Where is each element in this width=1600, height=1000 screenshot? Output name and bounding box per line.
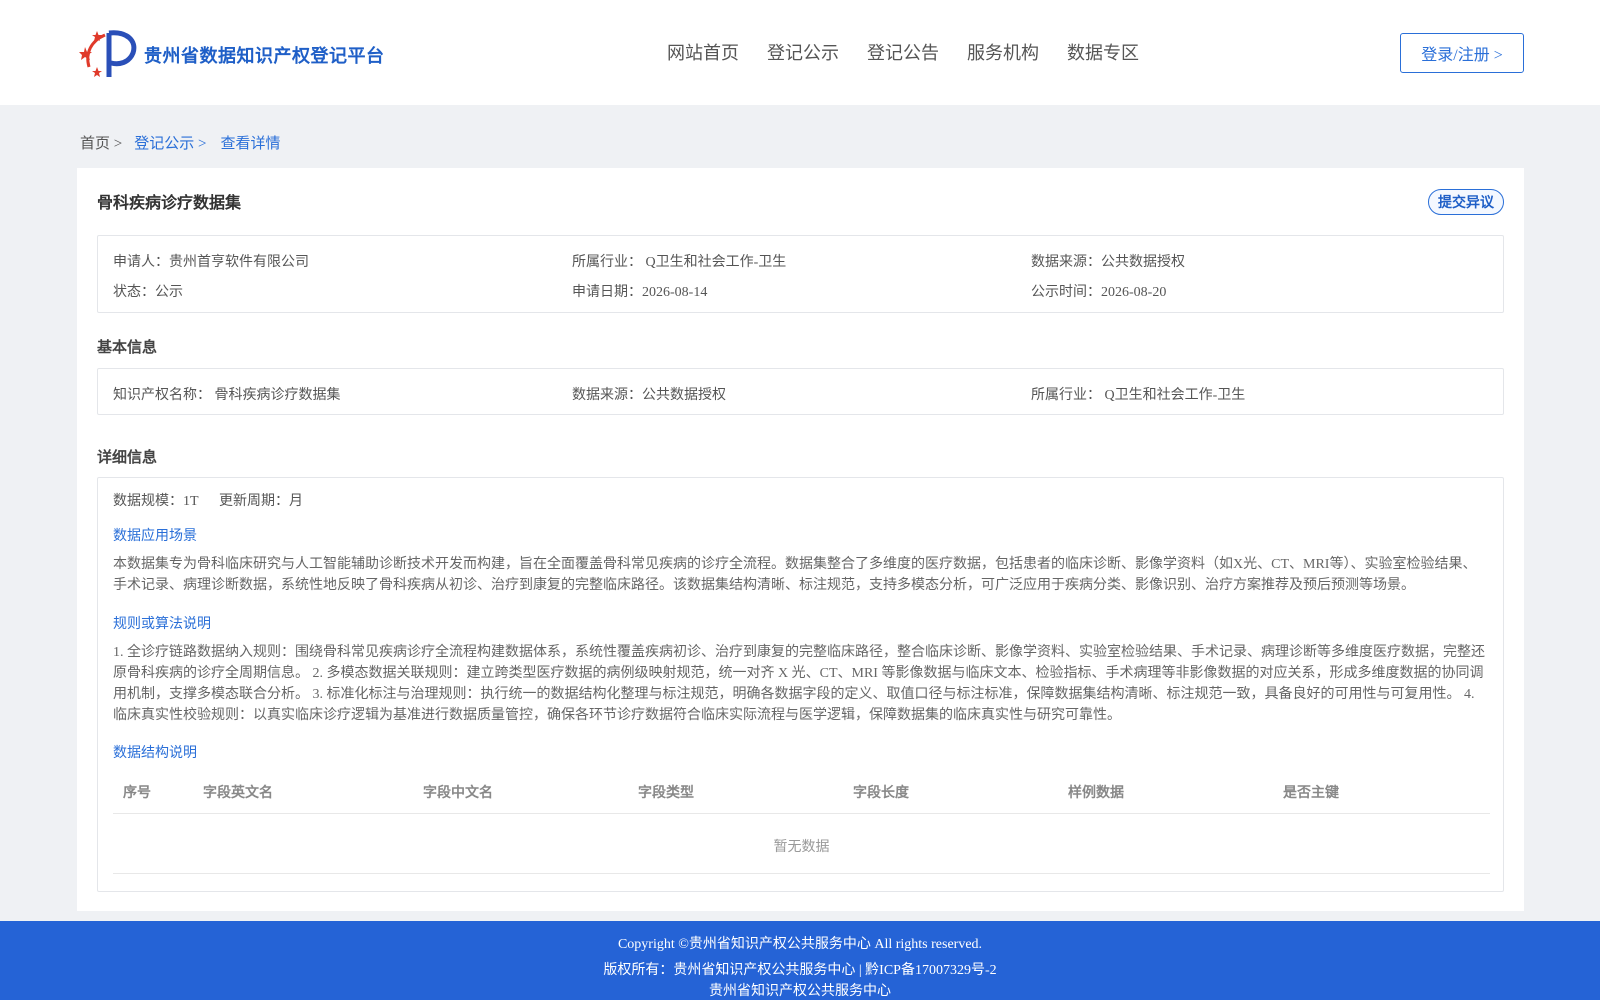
column-header-sample: 样例数据 <box>1068 785 1124 801</box>
data-structure-table: 序号 字段英文名 字段中文名 字段类型 字段长度 样例数据 是否主键 暂无数据 <box>113 764 1490 874</box>
rules-line: 1. 全诊疗链路数据纳入规则：围绕骨科常见疾病诊疗全流程构建数据体系，系统性覆盖… <box>113 645 1485 660</box>
table-body: 暂无数据 <box>113 814 1490 874</box>
rules-line: 用机制，支撑多模态联合分析。 3. 标准化标注与治理规则：执行统一的数据结构化整… <box>113 687 1475 702</box>
table-header-row: 序号 字段英文名 字段中文名 字段类型 字段长度 样例数据 是否主键 <box>113 764 1490 814</box>
footer-organization: 贵州省知识产权公共服务中心 <box>709 984 891 999</box>
publish-date-field: 公示时间：2026-08-20 <box>1031 285 1167 300</box>
application-scenario-text: 本数据集专为骨科临床研究与人工智能辅助诊断技术开发而构建，旨在全面覆盖骨科常见疾… <box>113 554 1493 596</box>
detail-info-heading: 详细信息 <box>97 448 158 466</box>
nav-item-home[interactable]: 网站首页 <box>667 39 739 65</box>
breadcrumb: 首页 > 登记公示 > 查看详情 <box>80 132 280 153</box>
site-header: 贵州省数据知识产权登记平台 网站首页 登记公示 登记公告 服务机构 数据专区 登… <box>0 0 1600 105</box>
basic-data-source-field: 数据来源：公共数据授权 <box>572 388 726 403</box>
update-cycle-field: 更新周期：月 <box>219 494 303 509</box>
apply-date-field: 申请日期：2026-08-14 <box>572 285 708 300</box>
site-footer: Copyright ©贵州省知识产权公共服务中心 All rights rese… <box>0 921 1600 1000</box>
brand-title[interactable]: 贵州省数据知识产权登记平台 <box>144 42 385 68</box>
breadcrumb-home[interactable]: 首页 > <box>80 132 122 153</box>
column-header-field-cn: 字段中文名 <box>423 785 493 801</box>
submit-dispute-button[interactable]: 提交异议 <box>1428 189 1504 215</box>
breadcrumb-current: 查看详情 <box>220 136 281 152</box>
empty-state-text: 暂无数据 <box>773 840 830 855</box>
page-title: 骨科疾病诊疗数据集 <box>97 193 242 212</box>
nav-item-service-agencies[interactable]: 服务机构 <box>967 39 1039 65</box>
rules-line: 原骨科疾病的诊疗全周期信息。 2. 多模态数据关联规则：建立跨类型医疗数据的病例… <box>113 666 1484 681</box>
login-register-button[interactable]: 登录/注册 > <box>1400 33 1524 73</box>
rules-heading: 规则或算法说明 <box>113 617 211 632</box>
application-scenario-heading: 数据应用场景 <box>113 529 197 544</box>
scenario-line: 手术记录、病理诊断数据，系统性地反映了骨科疾病从初诊、治疗到康复的完整临床路径。… <box>113 578 1415 593</box>
column-header-primary-key: 是否主键 <box>1283 785 1339 801</box>
nav-item-registration-publicity[interactable]: 登记公示 <box>767 39 839 65</box>
scenario-line: 本数据集专为骨科临床研究与人工智能辅助诊断技术开发而构建，旨在全面覆盖骨科常见疾… <box>113 557 1477 572</box>
nav-item-data-zone[interactable]: 数据专区 <box>1067 39 1139 65</box>
rules-line: 临床真实性校验规则：以真实临床诊疗逻辑为基准进行数据质量管控，确保各环节诊疗数据… <box>113 708 1121 723</box>
column-header-field-type: 字段类型 <box>638 785 694 801</box>
summary-panel: 申请人：贵州首亨软件有限公司 所属行业： Q卫生和社会工作-卫生 数据来源：公共… <box>97 235 1504 313</box>
applicant-field: 申请人：贵州首亨软件有限公司 <box>113 255 309 270</box>
basic-info-panel: 知识产权名称： 骨科疾病诊疗数据集 数据来源：公共数据授权 所属行业： Q卫生和… <box>97 368 1504 415</box>
data-source-field: 数据来源：公共数据授权 <box>1031 255 1185 270</box>
platform-logo-icon[interactable] <box>79 27 139 79</box>
status-field: 状态：公示 <box>113 285 183 300</box>
breadcrumb-registration-publicity[interactable]: 登记公示 > <box>134 132 206 153</box>
footer-owner-icp: 版权所有：贵州省知识产权公共服务中心 | 黔ICP备17007329号-2 <box>603 963 997 978</box>
dataset-detail-card: 骨科疾病诊疗数据集 提交异议 申请人：贵州首亨软件有限公司 所属行业： Q卫生和… <box>77 168 1524 911</box>
basic-info-heading: 基本信息 <box>97 338 158 356</box>
column-header-field-en: 字段英文名 <box>203 785 273 801</box>
data-structure-heading: 数据结构说明 <box>113 746 197 761</box>
column-header-index: 序号 <box>123 785 151 801</box>
ip-name-field: 知识产权名称： 骨科疾病诊疗数据集 <box>113 388 341 403</box>
industry-field: 所属行业： Q卫生和社会工作-卫生 <box>572 255 787 270</box>
nav-item-registration-announcement[interactable]: 登记公告 <box>867 39 939 65</box>
rules-text: 1. 全诊疗链路数据纳入规则：围绕骨科常见疾病诊疗全流程构建数据体系，系统性覆盖… <box>113 642 1493 726</box>
main-nav: 网站首页 登记公示 登记公告 服务机构 数据专区 <box>667 39 1167 65</box>
footer-copyright: Copyright ©贵州省知识产权公共服务中心 All rights rese… <box>617 937 983 952</box>
data-scale-field: 数据规模：1T <box>113 494 199 509</box>
column-header-field-length: 字段长度 <box>853 785 909 801</box>
basic-industry-field: 所属行业： Q卫生和社会工作-卫生 <box>1031 388 1246 403</box>
detail-info-panel: 数据规模：1T 更新周期：月 数据应用场景 本数据集专为骨科临床研究与人工智能辅… <box>97 477 1504 892</box>
